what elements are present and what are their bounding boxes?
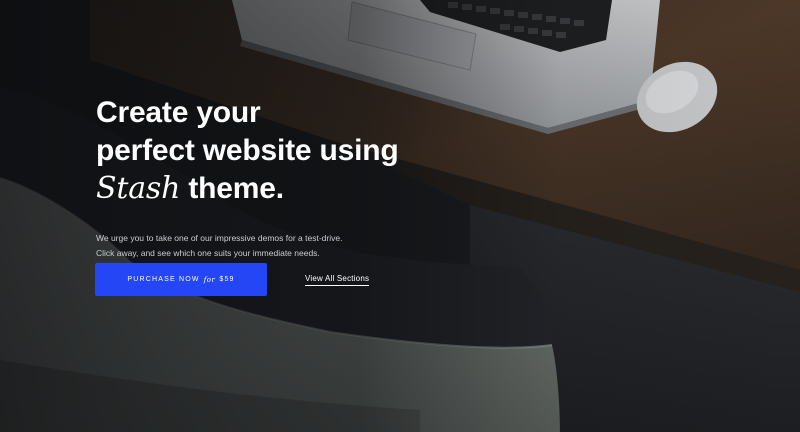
view-all-sections-link[interactable]: View All Sections: [305, 274, 370, 286]
headline-line-1: Create your: [96, 96, 261, 129]
hero-content: Create your perfect website using Stash …: [96, 94, 556, 261]
hero-section: Create your perfect website using Stash …: [0, 0, 800, 432]
purchase-label: PURCHASE NOW: [127, 276, 200, 283]
headline-brand: Stash: [96, 171, 181, 206]
purchase-for: for: [203, 275, 216, 284]
headline-line-2: perfect website using: [96, 134, 399, 167]
hero-headline: Create your perfect website using Stash …: [96, 94, 556, 208]
purchase-button[interactable]: PURCHASE NOW for $59: [95, 263, 267, 296]
hero-actions: PURCHASE NOW for $59 View All Sections: [95, 263, 370, 296]
headline-tail: theme.: [180, 172, 284, 205]
headline-line-3: Stash theme.: [96, 170, 556, 208]
subtext-line-2: Click away, and see which one suits your…: [96, 248, 320, 258]
hero-subtext: We urge you to take one of our impressiv…: [96, 231, 556, 261]
purchase-price: $59: [219, 276, 235, 283]
subtext-line-1: We urge you to take one of our impressiv…: [96, 233, 343, 243]
